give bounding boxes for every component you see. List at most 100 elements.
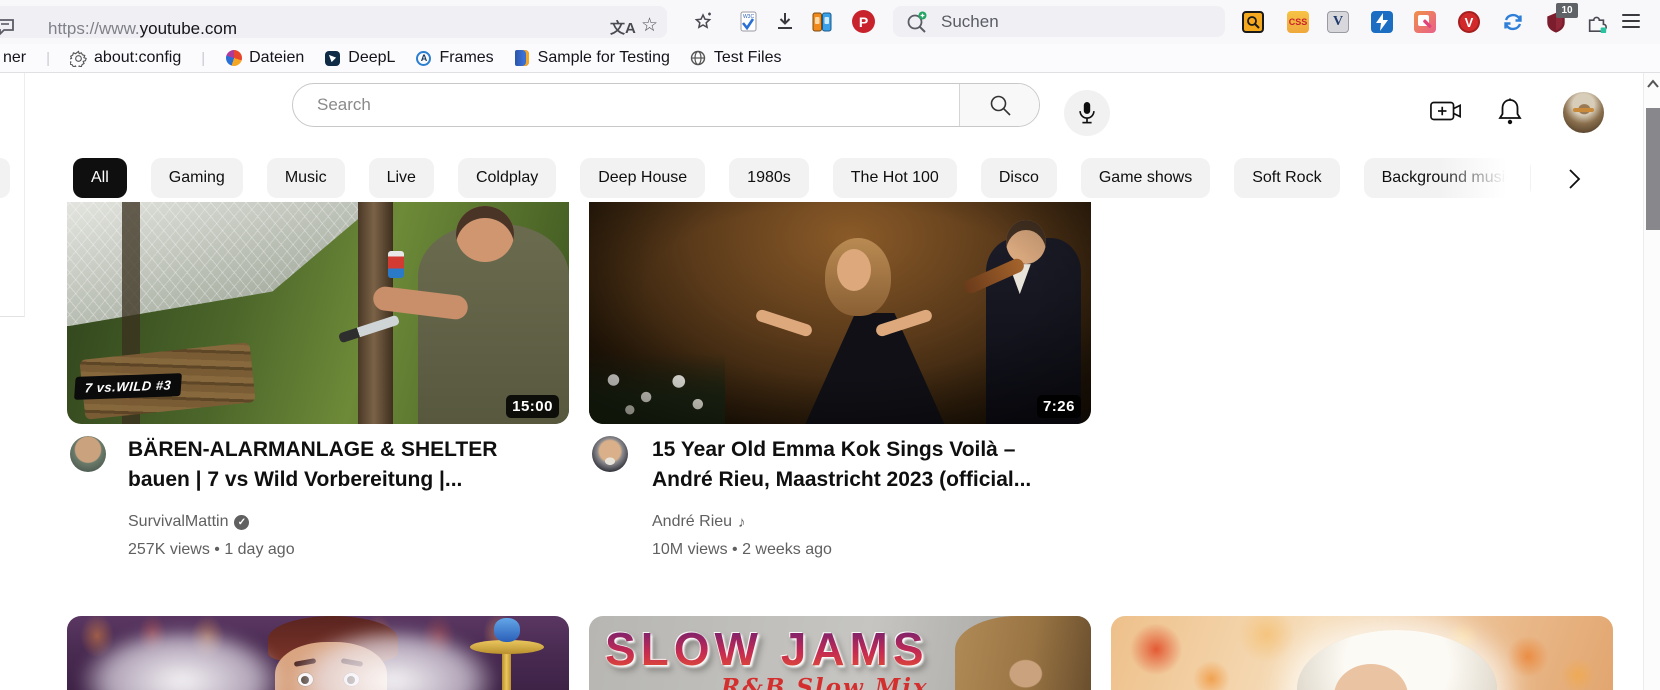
thumbnail-art-can [388, 250, 405, 278]
bookmark-label: ner [3, 49, 27, 66]
chips-scroll-right-icon[interactable] [1566, 168, 1582, 190]
thumbnail-art-hookah-plate [469, 640, 544, 654]
page-scrollbar[interactable] [1643, 73, 1660, 690]
bookmark-item-testfiles[interactable]: Test Files [690, 49, 782, 67]
scrollbar-thumb[interactable] [1646, 108, 1660, 230]
profile-avatar[interactable] [1563, 92, 1604, 133]
chip-deep-house[interactable]: Deep House [580, 158, 706, 198]
chips-fade-overlay [1438, 154, 1530, 202]
bookmarks-separator: | [201, 49, 206, 67]
bookmark-item-partial[interactable]: ner [3, 49, 26, 67]
youtube-search-bar[interactable] [292, 83, 1040, 127]
channel-name[interactable]: André Rieu [652, 513, 732, 531]
video-thumbnail[interactable]: 7:26 [589, 202, 1091, 424]
video-title-line2[interactable]: André Rieu, Maastricht 2023 (official... [652, 468, 1031, 492]
bookmark-label: Test Files [713, 49, 782, 66]
bookmark-item-deepl[interactable]: DeepL [324, 49, 395, 67]
chip-game-shows[interactable]: Game shows [1080, 158, 1211, 198]
url-bar[interactable]: https://www.youtube.com 文A ☆ [0, 6, 667, 38]
channel-avatar[interactable] [70, 436, 106, 472]
bookmarks-bar: ner | about:config | Dateien DeepL A Fra… [0, 44, 1660, 73]
video-title-line1[interactable]: BÄREN-ALARMANLAGE & SHELTER [128, 438, 497, 462]
bookmark-item-dateien[interactable]: Dateien [225, 49, 304, 67]
search-engine-icon [905, 11, 929, 35]
channel-row[interactable]: SurvivalMattin ✓ [128, 513, 250, 531]
reader-mode-icon[interactable] [0, 18, 16, 38]
bookmark-item-sample[interactable]: Sample for Testing [514, 49, 670, 67]
chip-soft-rock[interactable]: Soft Rock [1234, 158, 1340, 198]
bookmark-label: DeepL [348, 49, 396, 66]
star-export-icon[interactable] [691, 10, 715, 34]
vimium-extension-icon[interactable]: V [1327, 11, 1349, 33]
thumbnail-text-title: SLOW JAMS [605, 623, 929, 675]
pinterest-icon[interactable]: P [852, 10, 875, 33]
toolbar-search-input[interactable] [941, 9, 1201, 34]
bookmark-item-aboutconfig[interactable]: about:config [70, 49, 181, 67]
channel-row[interactable]: André Rieu ♪ [652, 513, 746, 531]
video-title-line1[interactable]: 15 Year Old Emma Kok Sings Voilà – [652, 438, 1015, 462]
video-title-line2[interactable]: bauen | 7 vs Wild Vorbereitung |... [128, 468, 462, 492]
bookmark-label: Sample for Testing [537, 49, 670, 66]
video-thumbnail[interactable] [67, 616, 569, 690]
search-extension-icon[interactable] [1242, 11, 1264, 33]
avatar-cat-detail [1573, 108, 1594, 112]
bookmark-star-icon[interactable]: ☆ [641, 14, 658, 38]
scrollbar-up-icon[interactable] [1647, 79, 1659, 89]
video-thumbnail[interactable] [1111, 616, 1613, 690]
screenshot-extension-icon[interactable] [1414, 11, 1436, 33]
translate-icon[interactable]: 文A [610, 17, 636, 41]
sync-extension-icon[interactable] [1502, 11, 1524, 33]
thumbnail-art-person-head [455, 206, 514, 263]
channel-name[interactable]: SurvivalMattin [128, 513, 228, 531]
bookmark-label: Frames [439, 49, 494, 66]
thumbnail-text-subtitle: R&B Slow Mix [721, 674, 929, 690]
bookmarks-separator: | [46, 49, 51, 67]
chip-1980s[interactable]: 1980s [729, 158, 809, 198]
css-extension-icon[interactable]: CSS [1287, 11, 1309, 33]
chip-live[interactable]: Live [368, 158, 434, 198]
notifications-bell-icon[interactable] [1496, 97, 1524, 127]
search-icon [990, 95, 1011, 116]
microphone-icon [1079, 102, 1095, 124]
create-video-icon[interactable] [1430, 99, 1462, 123]
thumbnail-series-badge: 7 vs.WILD #3 [74, 373, 183, 400]
video-meta: 257K views • 1 day ago [128, 541, 295, 558]
browser-window: https://www.youtube.com 文A ☆ W3C P CSS V [0, 0, 1660, 690]
search-button[interactable] [959, 84, 1039, 126]
downloads-icon[interactable] [773, 10, 797, 34]
chip-coldplay[interactable]: Coldplay [457, 158, 557, 198]
video-duration-badge: 15:00 [506, 395, 559, 418]
w3c-validator-icon[interactable]: W3C [736, 10, 760, 34]
video-duration-badge: 7:26 [1036, 395, 1081, 418]
chip-the-hot-100[interactable]: The Hot 100 [832, 158, 957, 198]
thumbnail-art-tree [358, 202, 394, 424]
url-text: https://www.youtube.com [48, 19, 237, 39]
video-thumbnail[interactable]: SLOW JAMS R&B Slow Mix [589, 616, 1091, 690]
browser-toolbar: https://www.youtube.com 文A ☆ W3C P CSS V [0, 0, 1660, 44]
chip-partial-left[interactable] [0, 158, 10, 198]
chip-gaming[interactable]: Gaming [150, 158, 243, 198]
voice-search-button[interactable] [1064, 90, 1110, 136]
thumbnail-art-tarp [67, 202, 379, 327]
menu-icon[interactable] [1622, 14, 1640, 28]
tab-panels-extension-icon[interactable] [810, 10, 834, 34]
url-scheme: https://www. [48, 19, 140, 38]
frames-icon: A [415, 50, 432, 67]
toolbar-search[interactable] [893, 6, 1225, 37]
lightning-extension-icon[interactable] [1371, 11, 1393, 33]
chip-all[interactable]: All [73, 158, 127, 198]
blue-book-icon [514, 50, 531, 67]
red-v-extension-icon[interactable]: V [1458, 11, 1480, 33]
firefox-colorful-icon [225, 50, 242, 67]
channel-avatar[interactable] [592, 436, 628, 472]
video-thumbnail[interactable]: 7 vs.WILD #3 15:00 [67, 202, 569, 424]
thumbnail-art-hookah-stem [501, 652, 511, 690]
globe-icon [690, 50, 707, 67]
youtube-search-input[interactable] [317, 91, 917, 119]
deepl-icon [324, 50, 341, 67]
chip-music[interactable]: Music [266, 158, 345, 198]
bookmark-item-frames[interactable]: A Frames [415, 49, 494, 67]
extensions-puzzle-icon[interactable] [1586, 11, 1608, 33]
chip-disco[interactable]: Disco [980, 158, 1057, 198]
thumbnail-art-singer [955, 616, 1091, 690]
